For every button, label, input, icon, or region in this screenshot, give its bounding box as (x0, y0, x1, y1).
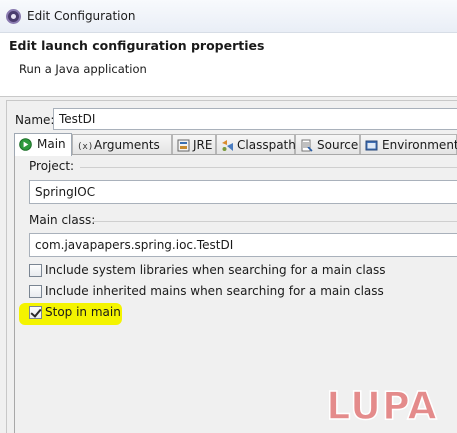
main-class-field[interactable]: com.javapapers.spring.ioc.TestDI (29, 233, 457, 257)
svg-text:LUPA: LUPA (326, 385, 438, 425)
project-field[interactable]: SpringIOC (29, 180, 457, 204)
stop-in-main-checkbox[interactable] (29, 306, 42, 319)
tab-environment[interactable]: Environment (360, 134, 457, 155)
name-input[interactable]: TestDI (53, 108, 457, 130)
lupa-watermark: LUPA (326, 385, 438, 425)
main-tab-icon (19, 138, 32, 151)
project-label: Project: (29, 159, 75, 173)
window-title: Edit Configuration (27, 9, 136, 23)
jre-icon (177, 139, 190, 152)
include-inherited-mains-checkbox[interactable] (29, 285, 42, 298)
tab-jre[interactable]: JRE (172, 134, 216, 155)
window-titlebar: Edit Configuration (0, 0, 457, 33)
tab-source-label: Source (317, 138, 359, 152)
stop-in-main-label: Stop in main (45, 305, 121, 319)
tab-classpath-label: Classpath (237, 138, 296, 152)
include-inherited-mains-label: Include inherited mains when searching f… (45, 284, 384, 298)
source-icon (301, 139, 313, 152)
tab-environment-label: Environment (382, 138, 457, 152)
tab-bar: Main (x)= Arguments JRE Classpath Source (14, 133, 457, 156)
name-label: Name: (15, 113, 55, 127)
tab-arguments[interactable]: (x)= Arguments (72, 134, 172, 155)
tab-jre-label: JRE (193, 138, 213, 152)
tab-classpath[interactable]: Classpath (216, 134, 296, 155)
main-class-label: Main class: (29, 213, 96, 227)
main-class-group-divider (93, 221, 457, 222)
svg-text:(x)=: (x)= (77, 142, 92, 152)
arguments-icon: (x)= (77, 142, 92, 152)
tab-main-label: Main (37, 137, 66, 151)
tab-source[interactable]: Source (295, 134, 360, 155)
dialog-header: Edit launch configuration properties Run… (0, 33, 457, 97)
environment-icon (365, 140, 378, 151)
tab-arguments-label: Arguments (94, 138, 160, 152)
classpath-icon (222, 140, 233, 151)
header-subtitle: Run a Java application (19, 62, 147, 76)
project-group-divider (80, 167, 457, 168)
tab-main[interactable]: Main (14, 133, 72, 156)
eclipse-icon (6, 9, 21, 24)
include-system-libraries-label: Include system libraries when searching … (45, 263, 386, 277)
include-system-libraries-checkbox[interactable] (29, 264, 42, 277)
header-title: Edit launch configuration properties (9, 38, 265, 53)
